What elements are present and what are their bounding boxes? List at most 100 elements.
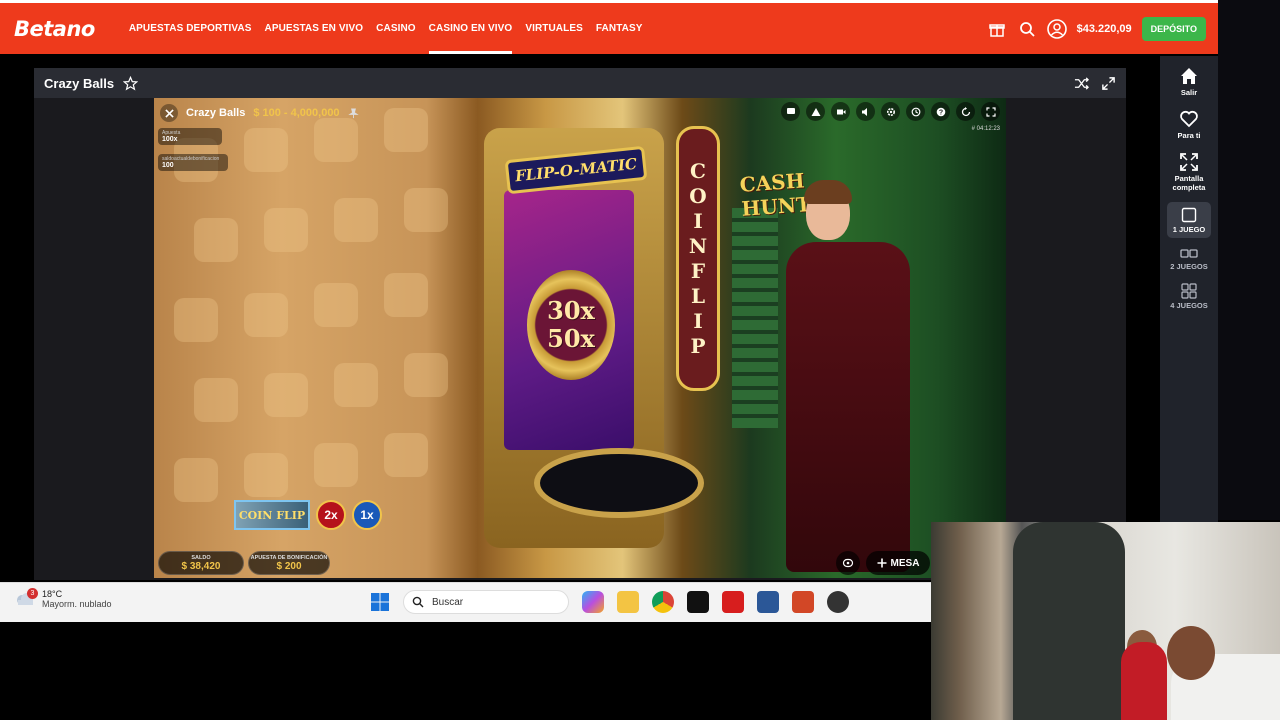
nav-casino[interactable]: CASINO bbox=[376, 3, 416, 54]
coinflip-slot: COIN FLIP bbox=[234, 500, 310, 530]
four-windows-icon bbox=[1181, 283, 1197, 299]
coinflip-letter: N bbox=[688, 233, 708, 258]
game-toolbar: ? bbox=[781, 102, 1000, 121]
saldo-display: SALDO $ 38,420 bbox=[158, 551, 244, 575]
weather-temp: 18°C bbox=[42, 589, 63, 599]
close-icon bbox=[164, 108, 174, 118]
search-icon[interactable] bbox=[1017, 19, 1037, 39]
pin-icon[interactable] bbox=[347, 107, 359, 119]
fullscreen-icon bbox=[1180, 153, 1198, 171]
two-windows-icon bbox=[1180, 249, 1198, 258]
reload-icon[interactable] bbox=[956, 102, 975, 121]
coinflip-letter: I bbox=[693, 208, 703, 233]
account-balance[interactable]: $43.220,09 bbox=[1077, 23, 1132, 35]
coinflip-letter: O bbox=[689, 183, 707, 208]
volume-icon[interactable] bbox=[856, 102, 875, 121]
acrobat-icon[interactable] bbox=[722, 591, 744, 613]
sidebar-item-2-juegos[interactable]: 2 JUEGOS bbox=[1160, 248, 1218, 271]
shuffle-icon[interactable] bbox=[1074, 76, 1089, 91]
coinflip-letter: L bbox=[690, 283, 706, 308]
browser-right-edge bbox=[1218, 0, 1280, 520]
file-explorer-icon[interactable] bbox=[617, 591, 639, 613]
app-icon[interactable] bbox=[827, 591, 849, 613]
sidebar-item-label: 4 JUEGOS bbox=[1170, 301, 1208, 310]
nav-apuestas-deportivas[interactable]: APUESTAS DEPORTIVAS bbox=[129, 3, 252, 54]
help-icon[interactable]: ? bbox=[931, 102, 950, 121]
heart-icon bbox=[1180, 110, 1198, 128]
deposit-button[interactable]: DEPÓSITO bbox=[1141, 16, 1206, 41]
bet-info-value: 100x bbox=[162, 136, 178, 143]
fullscreen-game-icon[interactable] bbox=[981, 102, 1000, 121]
windows-start-icon[interactable] bbox=[370, 592, 390, 612]
chrome-icon[interactable] bbox=[652, 591, 674, 613]
swap-icon bbox=[842, 558, 854, 568]
powerpoint-icon[interactable] bbox=[792, 591, 814, 613]
user-account-icon[interactable] bbox=[1046, 18, 1067, 39]
bet-info-box: Apuesta 100x bbox=[158, 128, 222, 145]
nav-apuestas-en-vivo[interactable]: APUESTAS EN VIVO bbox=[265, 3, 364, 54]
search-icon bbox=[412, 596, 424, 608]
screen: Betano APUESTAS DEPORTIVAS APUESTAS EN V… bbox=[0, 0, 1280, 720]
favorite-star-icon[interactable] bbox=[123, 75, 139, 91]
sidebar-item-label: 2 JUEGOS bbox=[1170, 262, 1208, 271]
coinflip-letter: C bbox=[690, 158, 706, 183]
sidebar-item-1-juego[interactable]: 1 JUEGO bbox=[1167, 202, 1211, 238]
nav-fantasy[interactable]: FANTASY bbox=[596, 3, 643, 54]
switch-view-button[interactable] bbox=[836, 551, 860, 575]
account-area: $43.220,09 DEPÓSITO bbox=[987, 16, 1206, 41]
coin-value-bottom: 50x bbox=[547, 324, 595, 353]
taskbar-search[interactable]: Buscar bbox=[403, 590, 569, 614]
round-timestamp: # 04:12:23 bbox=[971, 126, 1000, 132]
mesa-button[interactable]: MESA bbox=[866, 551, 930, 575]
nvidia-icon[interactable] bbox=[687, 591, 709, 613]
bonus-info-box: saldoactualdebonificacion 100 bbox=[158, 154, 228, 171]
weather-widget[interactable]: 3 18°C Mayorm. nublado bbox=[14, 588, 112, 609]
coinflip-letter: P bbox=[690, 333, 706, 358]
game-frame: Crazy Balls FLIP-O-MATIC 30x 50x C O I N… bbox=[34, 68, 1126, 580]
sidebar-item-pantalla-completa[interactable]: Pantalla completa bbox=[1160, 152, 1218, 192]
mesa-label: MESA bbox=[890, 557, 920, 569]
live-game-stream[interactable]: FLIP-O-MATIC 30x 50x C O I N F L I P CAS… bbox=[154, 98, 1006, 578]
sidebar-item-label: 1 JUEGO bbox=[1172, 225, 1206, 234]
history-icon[interactable] bbox=[906, 102, 925, 121]
bonus-bet-value: $ 200 bbox=[276, 560, 302, 572]
top-nav-bar: Betano APUESTAS DEPORTIVAS APUESTAS EN V… bbox=[0, 0, 1220, 54]
svg-text:?: ? bbox=[938, 109, 942, 116]
weather-desc: Mayorm. nublado bbox=[42, 599, 112, 609]
sidebar-item-salir[interactable]: Salir bbox=[1160, 66, 1218, 97]
booth-base bbox=[534, 448, 704, 518]
sidebar-item-4-juegos[interactable]: 4 JUEGOS bbox=[1160, 283, 1218, 310]
multiplier-coin: 30x 50x bbox=[527, 270, 615, 380]
betano-logo[interactable]: Betano bbox=[14, 17, 95, 41]
coin-value-top: 30x bbox=[547, 296, 595, 325]
frame-header-actions bbox=[1074, 76, 1116, 91]
single-window-icon bbox=[1181, 207, 1197, 223]
gift-icon[interactable] bbox=[987, 19, 1007, 39]
expand-icon[interactable] bbox=[1101, 76, 1116, 91]
video-icon[interactable] bbox=[831, 102, 850, 121]
sidebar-item-para-ti[interactable]: Para ti bbox=[1160, 109, 1218, 140]
webcam-overlay bbox=[931, 522, 1280, 720]
nav-virtuales[interactable]: VIRTUALES bbox=[525, 3, 583, 54]
close-game-button[interactable] bbox=[160, 104, 178, 122]
coinflip-letter: I bbox=[693, 308, 703, 333]
nav-casino-en-vivo[interactable]: CASINO EN VIVO bbox=[428, 3, 513, 54]
game-frame-title: Crazy Balls bbox=[44, 75, 115, 91]
copilot-icon[interactable] bbox=[582, 591, 604, 613]
game-title-bar: Crazy Balls $ 100 - 4,000,000 bbox=[160, 104, 359, 122]
plus-icon bbox=[877, 558, 887, 568]
bonus-bet-display[interactable]: APUESTA DE BONIFICACIÓN $ 200 bbox=[248, 551, 330, 575]
bonus-info-value: 100 bbox=[162, 162, 174, 169]
multiplier-ball: 1x bbox=[352, 500, 382, 530]
search-placeholder: Buscar bbox=[432, 596, 464, 608]
word-icon[interactable] bbox=[757, 591, 779, 613]
chat-icon[interactable] bbox=[781, 102, 800, 121]
game-title: Crazy Balls bbox=[186, 107, 246, 119]
sidebar-item-label: Salir bbox=[1180, 88, 1198, 97]
main-nav: APUESTAS DEPORTIVAS APUESTAS EN VIVO CAS… bbox=[129, 3, 656, 54]
game-host bbox=[786, 180, 916, 576]
taskbar-apps: Buscar bbox=[370, 590, 849, 614]
game-frame-header: Crazy Balls bbox=[34, 68, 1126, 98]
warning-icon[interactable] bbox=[806, 102, 825, 121]
settings-icon[interactable] bbox=[881, 102, 900, 121]
